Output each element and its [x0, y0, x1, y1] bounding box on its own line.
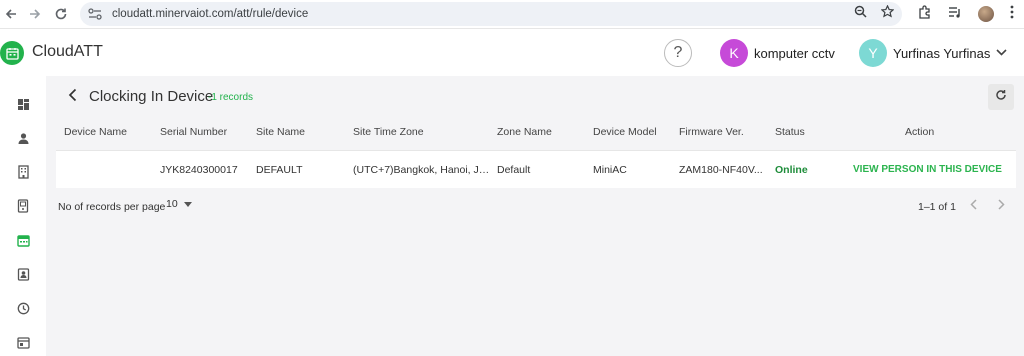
back-chevron-icon[interactable]	[68, 88, 77, 107]
app-header: CloudATT ? K komputer cctv Y Yurfinas Yu…	[0, 28, 1024, 76]
per-page-value: 10	[166, 198, 178, 210]
page-range: 1–1 of 1	[918, 201, 956, 213]
serial-number-cell: JYK8240300017	[160, 164, 238, 176]
column-header[interactable]: Device Name	[64, 126, 127, 138]
url-text[interactable]: cloudatt.minervaiot.com/att/rule/device	[112, 8, 308, 20]
sidebar	[0, 76, 46, 356]
clock-icon[interactable]	[15, 300, 31, 316]
status-badge: Online	[775, 164, 808, 176]
column-header[interactable]: Status	[775, 126, 805, 138]
avatar: K	[720, 39, 748, 67]
organization-switcher[interactable]: K komputer cctv	[720, 39, 835, 67]
column-header[interactable]: Site Name	[256, 126, 305, 138]
avatar: Y	[859, 39, 887, 67]
user-name: Yurfinas Yurfinas	[893, 45, 991, 61]
site-name-cell: DEFAULT	[256, 164, 303, 176]
address-bar[interactable]: cloudatt.minervaiot.com/att/rule/device	[80, 2, 902, 26]
device-table: Device Name Serial Number Site Name Site…	[56, 114, 1016, 188]
help-label: ?	[673, 44, 683, 61]
next-page-icon[interactable]	[998, 198, 1005, 213]
contact-icon[interactable]	[15, 266, 31, 282]
user-menu[interactable]: Y Yurfinas Yurfinas	[859, 39, 990, 67]
bookmark-star-icon[interactable]	[880, 4, 895, 23]
site-settings-icon[interactable]	[88, 8, 102, 20]
person-icon[interactable]	[15, 130, 31, 146]
table-row[interactable]: JYK8240300017 DEFAULT (UTC+7)Bangkok, Ha…	[56, 150, 1016, 188]
per-page-select[interactable]: 10	[166, 198, 192, 210]
extensions-icon[interactable]	[918, 4, 932, 24]
reload-icon[interactable]	[50, 3, 72, 25]
table-header: Device Name Serial Number Site Name Site…	[56, 114, 1016, 150]
calendar-icon[interactable]	[15, 232, 31, 248]
browser-profile-avatar[interactable]	[978, 6, 994, 22]
back-arrow-icon[interactable]	[0, 3, 22, 25]
table-pagination: No of records per page 10 1–1 of 1	[56, 192, 1016, 220]
firmware-cell: ZAM180-NF40V...	[679, 164, 763, 176]
view-person-link[interactable]: VIEW PERSON IN THIS DEVICE	[853, 164, 1013, 175]
column-header[interactable]: Zone Name	[497, 126, 552, 138]
help-button[interactable]: ?	[664, 39, 692, 67]
column-header[interactable]: Firmware Ver.	[679, 126, 744, 138]
forward-arrow-icon[interactable]	[24, 3, 46, 25]
media-queue-icon[interactable]	[948, 5, 962, 24]
column-header[interactable]: Device Model	[593, 126, 657, 138]
refresh-button[interactable]	[988, 84, 1014, 110]
column-header: Action	[905, 126, 935, 138]
calendar-event-icon[interactable]	[15, 334, 31, 350]
caret-down-icon	[183, 198, 192, 210]
page-title: Clocking In Device	[89, 88, 214, 105]
zone-name-cell: Default	[497, 164, 531, 176]
column-header[interactable]: Serial Number	[160, 126, 227, 138]
browser-menu-icon[interactable]	[1010, 5, 1014, 24]
page-header: Clocking In Device -1 records	[56, 82, 1016, 112]
record-count: -1 records	[208, 92, 254, 103]
chevron-down-icon[interactable]	[996, 47, 1007, 59]
dashboard-icon[interactable]	[15, 96, 31, 112]
organization-name: komputer cctv	[754, 45, 835, 61]
zoom-icon[interactable]	[854, 5, 867, 23]
app-title: CloudATT	[32, 43, 103, 60]
device-icon[interactable]	[15, 198, 31, 214]
per-page-label: No of records per page	[58, 201, 166, 213]
calendar-logo-icon	[0, 41, 24, 65]
previous-page-icon[interactable]	[970, 198, 977, 213]
column-header[interactable]: Site Time Zone	[353, 126, 424, 138]
browser-toolbar: cloudatt.minervaiot.com/att/rule/device	[0, 0, 1024, 28]
refresh-icon	[995, 88, 1007, 106]
site-time-zone-cell: (UTC+7)Bangkok, Hanoi, Ja...	[353, 164, 491, 176]
device-model-cell: MiniAC	[593, 164, 627, 176]
building-icon[interactable]	[15, 164, 31, 180]
